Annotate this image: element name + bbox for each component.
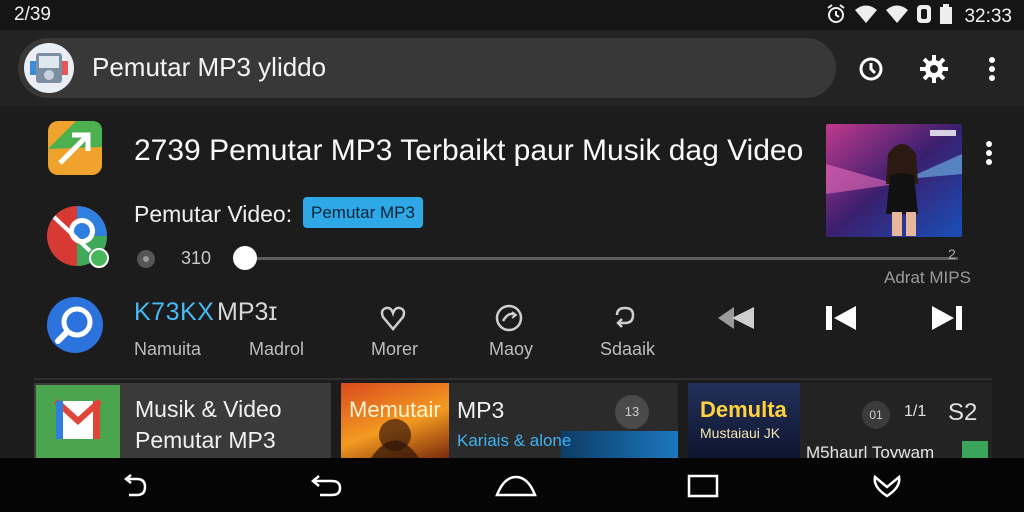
- app-title: Pemutar MP3 yliddo: [92, 52, 327, 82]
- recents-icon[interactable]: [686, 471, 720, 501]
- seek-bar[interactable]: [245, 257, 958, 260]
- player-type-label: Pemutar Video:: [134, 201, 293, 227]
- card2-subtitle: Kariais & alone: [457, 431, 572, 450]
- total-time: 2: [948, 246, 956, 262]
- card1-line1: Musik & Video: [135, 396, 282, 422]
- card2-title: MP3: [457, 397, 505, 423]
- control-label-2: Madrol: [249, 339, 305, 359]
- record-icon: [137, 250, 155, 268]
- card3-code: S2: [948, 399, 978, 426]
- skip-next-icon[interactable]: [930, 301, 964, 335]
- battery-icon: [939, 3, 953, 30]
- video-thumbnail[interactable]: [826, 124, 962, 237]
- card-demulta[interactable]: Demulta Mustaiaui JK 01 1/1 S2 M5haurl T…: [688, 383, 992, 458]
- album-art-text: Memutair: [349, 397, 441, 422]
- gear-icon[interactable]: [917, 52, 951, 86]
- album-art: Demulta Mustaiaui JK: [688, 383, 800, 458]
- app-shortcut-icon-blue[interactable]: [46, 296, 104, 354]
- wifi-icon: [854, 4, 878, 29]
- app-shortcut-icon-red[interactable]: [46, 205, 110, 269]
- card3-subtitle: M5haurl Toywam: [806, 443, 935, 458]
- elapsed-time: 310: [181, 248, 212, 268]
- controls-title-accent: K73KX: [134, 298, 215, 326]
- status-left-text: 2/39: [14, 4, 51, 25]
- signal-icon: [885, 4, 909, 29]
- skip-previous-icon[interactable]: [824, 301, 858, 335]
- app-title-pill[interactable]: Pemutar MP3 yliddo: [18, 38, 836, 98]
- navigation-bar: [0, 458, 1024, 512]
- mp3-chip[interactable]: Pemutar MP3: [303, 197, 423, 228]
- timer-icon[interactable]: [854, 52, 888, 86]
- alarm-icon: [825, 3, 847, 30]
- card3-badge[interactable]: 01: [862, 401, 890, 429]
- status-time: 32:33: [964, 5, 1012, 27]
- more-vert-icon[interactable]: [975, 52, 1009, 86]
- album-art-title: Demulta: [700, 397, 787, 422]
- card-mp3[interactable]: Memutair MP3 Kariais & alone 13: [341, 383, 678, 458]
- card3-tile: [962, 441, 988, 458]
- card3-count: 1/1: [904, 403, 927, 420]
- gmail-icon: [36, 385, 120, 458]
- card-musik-video[interactable]: Musik & Video Pemutar MP3: [34, 383, 331, 458]
- card2-badge[interactable]: 13: [615, 395, 649, 429]
- controls-title: MP3ɪ: [217, 298, 278, 326]
- album-art-subtitle: Mustaiaui JK: [700, 425, 781, 441]
- data-icon: [916, 4, 932, 29]
- divider: [34, 378, 992, 380]
- shuffle-icon[interactable]: [492, 301, 526, 335]
- control-label-4: Maoy: [489, 339, 534, 359]
- control-label-3: Morer: [371, 339, 419, 359]
- control-label-1: Namuita: [134, 339, 202, 359]
- app-bar: Pemutar MP3 yliddo: [0, 30, 1024, 106]
- back-alt-icon[interactable]: [118, 471, 152, 501]
- track-title: 2739 Pemutar MP3 Terbaikt paur Musik dag…: [134, 134, 804, 167]
- track-more-icon[interactable]: [979, 136, 999, 170]
- waveform: [561, 431, 678, 458]
- back-icon[interactable]: [305, 471, 345, 501]
- rewind-icon[interactable]: [716, 301, 758, 335]
- app-avatar-icon: [24, 43, 74, 93]
- repeat-icon[interactable]: [608, 301, 642, 335]
- heart-icon[interactable]: [376, 301, 410, 335]
- assistant-icon[interactable]: [870, 471, 904, 501]
- home-icon[interactable]: [494, 471, 538, 501]
- album-art: Memutair: [341, 383, 449, 458]
- format-caption: Adrat MIPS: [884, 268, 971, 287]
- status-bar: 2/39 32:33: [0, 0, 1024, 30]
- seek-thumb[interactable]: [233, 246, 257, 270]
- control-label-5: Sdaaik: [600, 339, 656, 359]
- app-shortcut-icon-orange[interactable]: [46, 119, 104, 177]
- now-playing-panel: 2739 Pemutar MP3 Terbaikt paur Musik dag…: [0, 106, 1024, 458]
- card1-line2: Pemutar MP3: [135, 427, 276, 453]
